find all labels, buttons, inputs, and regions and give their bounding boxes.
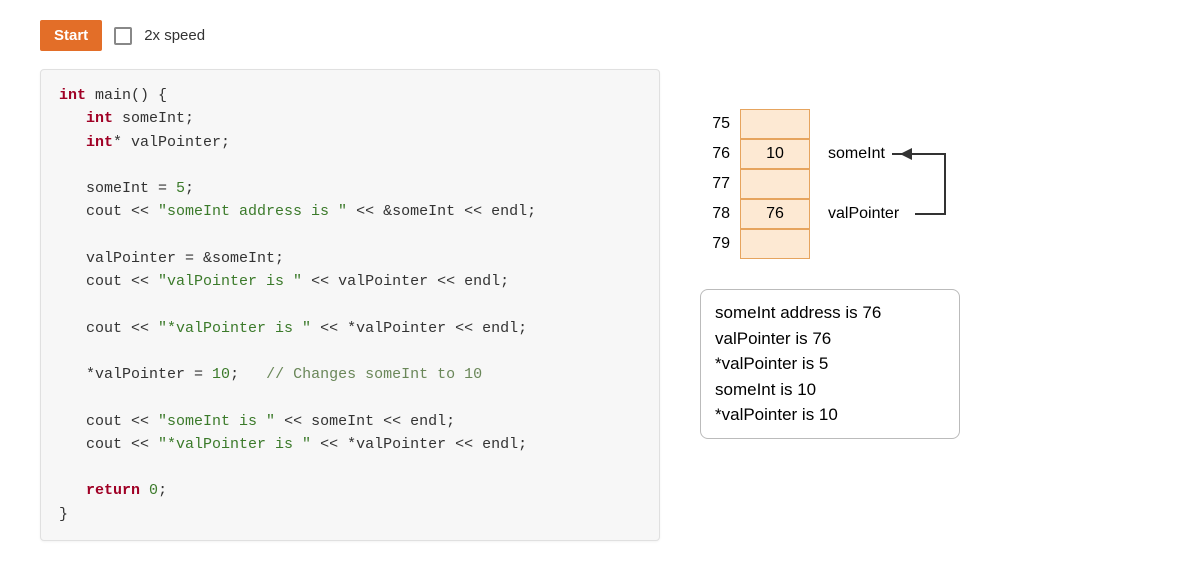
memory-row: 77 xyxy=(700,169,960,199)
output-line: *valPointer is 10 xyxy=(715,402,945,428)
speed-label: 2x speed xyxy=(144,27,205,44)
output-line: someInt address is 76 xyxy=(715,300,945,326)
memory-diagram: 75 76 10 someInt 77 78 76 valPointer 79 xyxy=(700,109,960,259)
controls-bar: Start 2x speed xyxy=(40,20,1160,51)
start-button[interactable]: Start xyxy=(40,20,102,51)
speed-checkbox[interactable] xyxy=(114,27,132,45)
memory-address: 76 xyxy=(700,145,740,163)
code-listing: int main() { int someInt; int* valPointe… xyxy=(59,84,641,526)
memory-address: 77 xyxy=(700,175,740,193)
memory-address: 75 xyxy=(700,115,740,133)
memory-cell xyxy=(740,229,810,259)
output-line: valPointer is 76 xyxy=(715,326,945,352)
memory-row: 75 xyxy=(700,109,960,139)
memory-address: 79 xyxy=(700,235,740,253)
output-line: someInt is 10 xyxy=(715,377,945,403)
memory-label: someInt xyxy=(828,145,885,163)
memory-address: 78 xyxy=(700,205,740,223)
memory-cell xyxy=(740,169,810,199)
memory-cell: 76 xyxy=(740,199,810,229)
memory-label: valPointer xyxy=(828,205,899,223)
memory-row: 79 xyxy=(700,229,960,259)
code-panel: int main() { int someInt; int* valPointe… xyxy=(40,69,660,541)
output-box: someInt address is 76 valPointer is 76 *… xyxy=(700,289,960,439)
memory-cell: 10 xyxy=(740,139,810,169)
output-line: *valPointer is 5 xyxy=(715,351,945,377)
visualization-panel: 75 76 10 someInt 77 78 76 valPointer 79 xyxy=(700,69,960,439)
memory-row: 78 76 valPointer xyxy=(700,199,960,229)
memory-row: 76 10 someInt xyxy=(700,139,960,169)
memory-cell xyxy=(740,109,810,139)
